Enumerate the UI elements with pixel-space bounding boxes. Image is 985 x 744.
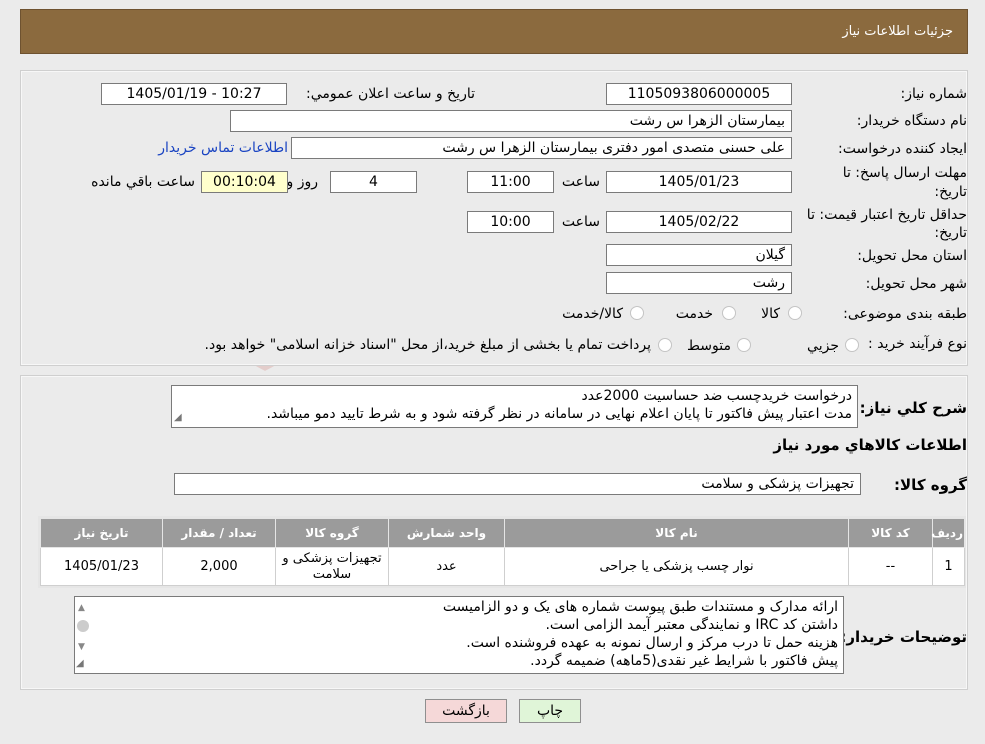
cell-unit: عدد [388, 547, 505, 586]
goods-group-label: گروه کالا: [894, 476, 967, 494]
buyer-org-label: نام دستگاه خریدار: [856, 113, 967, 129]
process-minor-radio[interactable] [845, 338, 859, 352]
validity-label: حداقل تاریخ اعتبار قیمت: تا [806, 207, 967, 223]
cell-group: تجهیزات پزشکی و سلامت [275, 547, 389, 586]
table-header-row: ردیف کد کالا نام کالا واحد شمارش گروه کا… [40, 518, 965, 548]
col-header-row-number: ردیف [931, 518, 965, 548]
buyer-contact-link[interactable]: اطلاعات تماس خریدار [158, 140, 288, 156]
page-title: جزئیات اطلاعات نیاز [842, 24, 953, 39]
scroll-up-arrow-icon[interactable]: ▲ [78, 599, 85, 617]
requester-field: علی حسنی متصدی امور دفتری بیمارستان الزه… [291, 137, 792, 159]
process-treasury-note: پرداخت تمام یا بخشی از مبلغ خرید،از محل … [204, 337, 651, 353]
buyer-org-field: بیمارستان الزهرا س رشت [230, 110, 792, 132]
validity-date-field: 1405/02/22 [606, 211, 792, 233]
page-header: جزئیات اطلاعات نیاز [20, 9, 968, 54]
col-header-unit: واحد شمارش [388, 518, 505, 548]
process-medium-radio[interactable] [737, 338, 751, 352]
deadline-date-field: 1405/01/23 [606, 171, 792, 193]
need-number-label: شماره نیاز: [900, 86, 968, 102]
remaining-time-field: 00:10:04 [201, 171, 288, 193]
deadline-label: مهلت ارسال پاسخ: تا [842, 165, 967, 181]
buyer-note-line-3: هزینه حمل تا درب مرکز و ارسال نمونه به ع… [466, 635, 838, 651]
deadline-time-field: 11:00 [467, 171, 554, 193]
buyer-note-line-2: داشتن کد IRC و نمایندگی معتبر آیمد الزام… [545, 617, 838, 633]
cell-need-date: 1405/01/23 [40, 547, 163, 586]
summary-line-1: درخواست خریدچسب ضد حساسیت 2000عدد [581, 388, 853, 404]
col-header-quantity: تعداد / مقدار [162, 518, 276, 548]
summary-textarea: درخواست خریدچسب ضد حساسیت 2000عدد مدت اع… [171, 385, 858, 428]
announce-label: تاریخ و ساعت اعلان عمومي: [306, 86, 475, 102]
buyer-notes-label: توضیحات خریدار: [840, 628, 967, 646]
print-button[interactable]: چاپ [519, 699, 581, 723]
validity-time-field: 10:00 [467, 211, 554, 233]
cell-row-number: 1 [932, 547, 965, 586]
remaining-label: ساعت باقي مانده [91, 174, 195, 190]
requester-label: ایجاد کننده درخواست: [838, 141, 967, 157]
days-field: 4 [330, 171, 417, 193]
process-medium-label: متوسط [687, 338, 731, 354]
category-service-radio[interactable] [722, 306, 736, 320]
summary-line-2: مدت اعتبار پیش فاکتور تا پایان اعلام نها… [266, 406, 853, 422]
table-row: 1 -- نوار چسب پزشکی یا جراحی عدد تجهیزات… [40, 547, 965, 586]
cell-quantity: 2,000 [162, 547, 276, 586]
col-header-code: کد کالا [848, 518, 933, 548]
category-goods-label: کالا [761, 306, 780, 322]
buyer-note-line-4: پیش فاکتور با شرایط غیر نقدی(5ماهه) ضمیم… [530, 653, 838, 669]
validity-time-label: ساعت [561, 214, 600, 230]
scroll-down-arrow-icon[interactable]: ▼ [78, 638, 85, 656]
col-header-need-date: تاریخ نیاز [40, 518, 163, 548]
notes-scrollbar[interactable]: ▲ ▼ ◢ [75, 597, 92, 673]
cell-name: نوار چسب پزشکی یا جراحی [504, 547, 849, 586]
back-button[interactable]: بازگشت [425, 699, 507, 723]
process-treasury-radio[interactable] [658, 338, 672, 352]
validity-label-2: تاریخ: [934, 225, 967, 241]
announce-field: 1405/01/19 - 10:27 [101, 83, 287, 105]
cell-code: -- [848, 547, 933, 586]
goods-table: ردیف کد کالا نام کالا واحد شمارش گروه کا… [40, 518, 965, 586]
deadline-label-2: تاریخ: [934, 184, 967, 200]
city-field: رشت [606, 272, 792, 294]
buyer-notes-textarea[interactable]: ارائه مدارک و مستندات طبق پیوست شماره ها… [74, 596, 844, 674]
notes-resize-grip-icon[interactable]: ◢ [76, 655, 84, 673]
col-header-name: نام کالا [504, 518, 849, 548]
days-label: روز و [286, 174, 319, 190]
goods-group-field: تجهیزات پزشکی و سلامت [174, 473, 861, 495]
process-label: نوع فرآیند خرید : [868, 336, 967, 352]
scroll-thumb-icon[interactable] [77, 620, 89, 632]
col-header-group: گروه کالا [275, 518, 389, 548]
category-service-label: خدمت [675, 306, 713, 322]
process-minor-label: جزیي [807, 338, 839, 354]
goods-section-title: اطلاعات کالاهاي مورد نیاز [773, 436, 967, 454]
province-field: گیلان [606, 244, 792, 266]
summary-label: شرح کلي نیاز: [859, 399, 967, 417]
category-goods-radio[interactable] [788, 306, 802, 320]
province-label: استان محل تحویل: [857, 248, 967, 264]
resize-grip-icon[interactable]: ◢ [174, 409, 182, 427]
buyer-note-line-1: ارائه مدارک و مستندات طبق پیوست شماره ها… [442, 599, 838, 615]
need-number-field: 1105093806000005 [606, 83, 792, 105]
category-goods-service-radio[interactable] [630, 306, 644, 320]
category-goods-service-label: کالا/خدمت [562, 306, 623, 322]
city-label: شهر محل تحویل: [865, 276, 967, 292]
goods-table-wrapper: ردیف کد کالا نام کالا واحد شمارش گروه کا… [38, 516, 966, 588]
category-label: طبقه بندی موضوعی: [843, 306, 967, 322]
deadline-time-label: ساعت [561, 174, 600, 190]
